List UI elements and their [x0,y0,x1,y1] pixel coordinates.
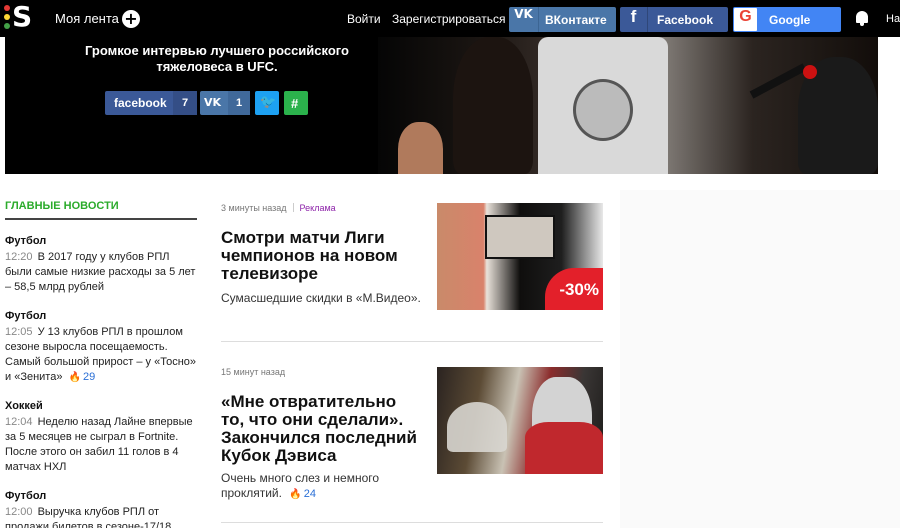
bell-body [856,11,868,23]
share-facebook-count: 7 [173,91,197,115]
article-lead: Сумасшедшие скидки в «М.Видео». [221,291,421,305]
article-thumbnail[interactable]: -30% [437,203,603,310]
share-facebook-button[interactable]: facebook 7 [105,91,197,115]
logo-dot-red [4,5,10,11]
news-text: Неделю назад Лайне впервые за 5 месяцев … [5,416,193,473]
hot-comments-count: 24 [303,488,317,500]
login-link[interactable]: Войти [347,12,381,26]
hashtag-icon: # [291,96,299,111]
news-text: У 13 клубов РПЛ в прошлом сезоне выросла… [5,326,197,383]
ad-label[interactable]: Реклама [300,203,336,213]
site-logo[interactable]: S [4,0,34,33]
share-hashtag-button[interactable]: # [284,91,308,115]
flame-icon: 🔥 [289,489,302,500]
article-time: 15 минут назад [221,367,286,377]
trophy-image [447,402,507,452]
article-thumbnail[interactable] [437,367,603,474]
news-category: Футбол [5,490,47,502]
news-category: Футбол [5,310,47,322]
news-time: 12:20 [5,251,33,263]
google-login-button[interactable]: G Google [733,7,841,32]
news-time: 12:04 [5,416,33,428]
hero-figure-fighter [453,37,533,174]
share-twitter-button[interactable]: 🐦 [255,91,279,115]
bell-clapper [860,23,864,26]
hero-title[interactable]: Громкое интервью лучшего российского тяж… [77,43,357,75]
share-vk-count: 1 [228,91,250,115]
logo-letter: S [12,0,33,33]
news-item[interactable]: Хоккей 12:04 Неделю назад Лайне впервые … [5,399,197,475]
article-card[interactable]: 15 минут назад «Мне отвратительно то, чт… [221,367,603,523]
hero-photo [378,37,878,174]
article-lead: Очень много слез и немного проклятий. 🔥 2… [221,471,421,502]
player-shirt [525,422,603,474]
facebook-login-button[interactable]: f Facebook [620,7,728,32]
main-news-sidebar: ГЛАВНЫЕ НОВОСТИ Футбол 12:20 В 2017 году… [5,200,197,528]
hot-comments-count: 29 [82,371,96,383]
vk-icon: VK [509,7,539,32]
news-category: Футбол [5,235,47,247]
discount-badge: -30% [545,268,603,310]
register-link[interactable]: Зарегистрироваться [392,12,505,26]
hot-comments[interactable]: 🔥 24 [289,488,316,500]
news-item[interactable]: Футбол 12:05 У 13 клубов РПЛ в прошлом с… [5,309,197,385]
share-facebook-label: facebook [114,96,167,110]
news-text: В 2017 году у клубов РПЛ были самые низк… [5,251,196,293]
news-item[interactable]: Футбол 12:20 В 2017 году у клубов РПЛ бы… [5,234,197,295]
add-plus-icon[interactable]: + [122,10,140,28]
top-navigation-bar: S Моя лента + Войти Зарегистрироваться V… [0,0,900,37]
google-icon: G [734,8,757,31]
article-card-ad[interactable]: 3 минуты назад Реклама Смотри матчи Лиги … [221,203,603,342]
vk-share-icon: VK [204,96,222,109]
logo-dot-yellow [4,14,10,20]
article-time: 3 минуты назад [221,203,287,213]
settings-link-cut[interactable]: Наст [886,13,900,25]
logo-dot-green [4,23,10,29]
news-time: 12:05 [5,326,33,338]
facebook-icon: f [620,7,648,32]
hot-comments[interactable]: 🔥 29 [69,371,96,383]
tv-frame-image [485,215,555,259]
hero-shirt-logo [573,79,633,141]
hero-figure-left [398,122,443,174]
bell-icon[interactable] [855,11,869,27]
vk-login-label: ВКонтакте [545,13,607,27]
my-feed-link[interactable]: Моя лента [55,11,119,26]
news-category: Хоккей [5,400,43,412]
meta-divider [292,203,294,212]
hero-microphone [749,63,807,99]
vk-login-button[interactable]: VK ВКонтакте [509,7,616,32]
hero-microphone-tip [803,65,817,79]
twitter-icon: 🐦 [260,95,277,110]
news-item[interactable]: Футбол 12:00 Выручка клубов РПЛ от прода… [5,489,197,528]
news-time: 12:00 [5,506,33,518]
google-login-label: Google [769,13,811,27]
article-headline[interactable]: «Мне отвратительно то, что они сделали».… [221,393,421,465]
share-vk-button[interactable]: VK 1 [200,91,250,115]
main-news-title[interactable]: ГЛАВНЫЕ НОВОСТИ [5,200,197,220]
right-column-placeholder [620,190,900,528]
flame-icon: 🔥 [68,372,81,383]
hero-banner[interactable]: Громкое интервью лучшего российского тяж… [5,37,878,174]
article-headline[interactable]: Смотри матчи Лиги чемпионов на новом тел… [221,229,421,283]
facebook-login-label: Facebook [657,13,714,27]
